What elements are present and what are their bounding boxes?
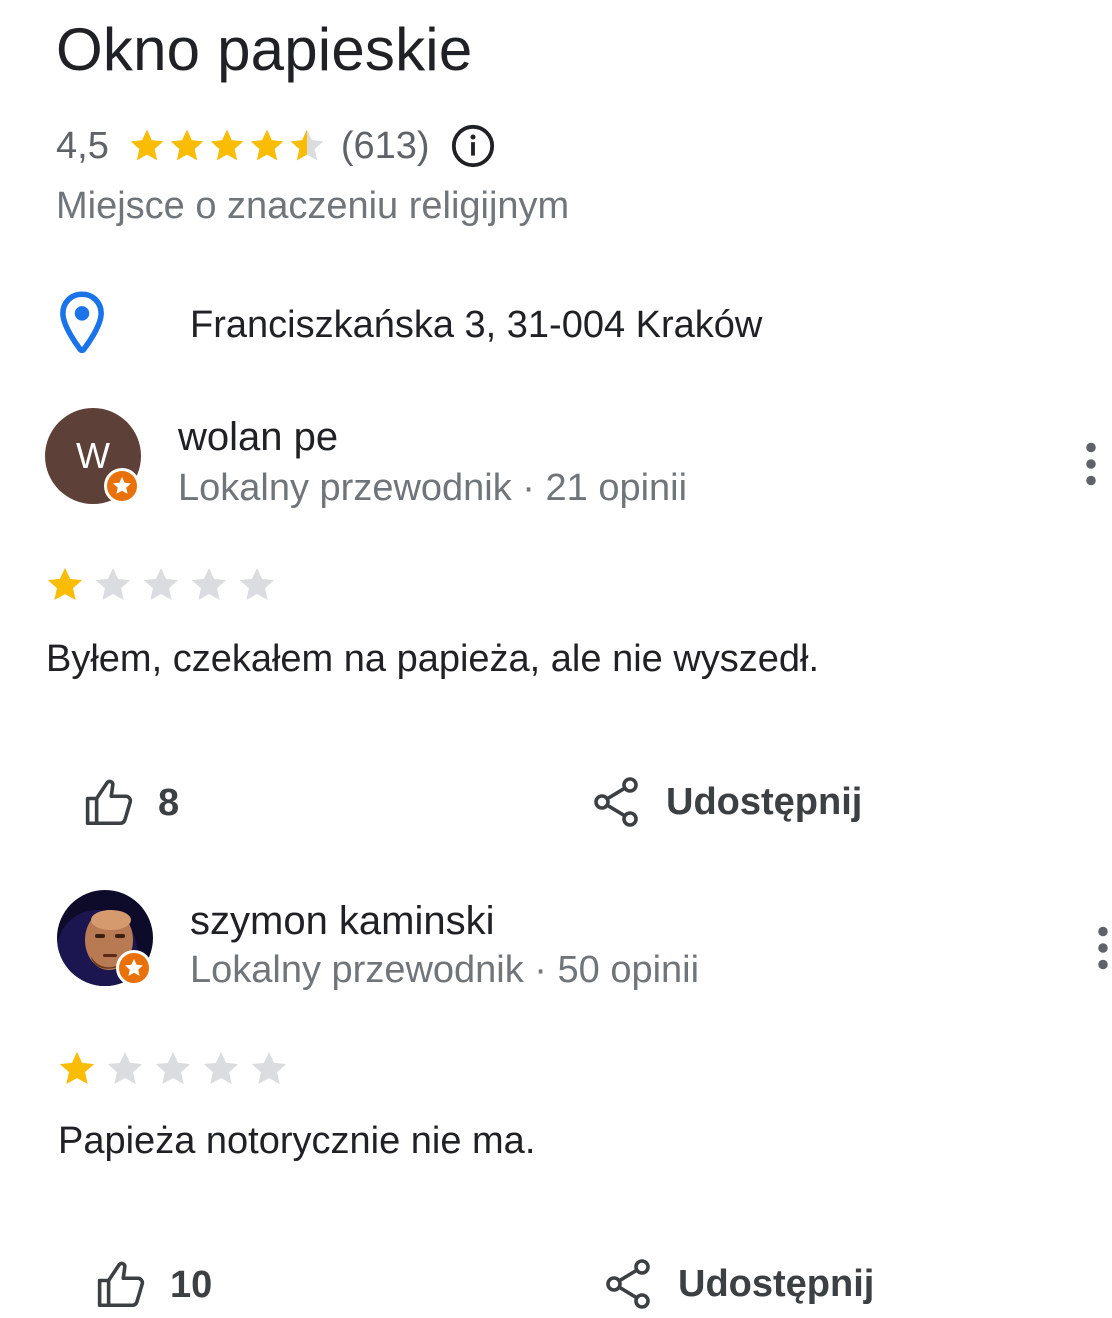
like-count: 10 xyxy=(170,1263,213,1306)
place-address[interactable]: Franciszkańska 3, 31-004 Kraków xyxy=(190,300,762,350)
rating-stars xyxy=(127,126,327,166)
rating-row[interactable]: 4,5 (613) xyxy=(56,118,496,174)
review-text: Papieża notorycznie nie ma. xyxy=(58,1120,536,1162)
star-icon xyxy=(207,126,247,166)
thumb-up-icon xyxy=(97,1261,145,1308)
empty-star-icon xyxy=(236,564,278,606)
review-text: Byłem, czekałem na papieża, ale nie wysz… xyxy=(46,638,820,680)
review-card: W wolan pe Lokalny przewodnik · 21 opini… xyxy=(0,400,1112,840)
share-label: Udostępnij xyxy=(678,1262,875,1305)
place-category[interactable]: Miejsce o znaczeniu religijnym xyxy=(56,182,569,230)
star-icon xyxy=(111,475,133,497)
avatar-letter: W xyxy=(76,435,110,476)
rating-value: 4,5 xyxy=(56,124,109,167)
half-star-icon xyxy=(287,126,327,166)
like-button[interactable]: 10 xyxy=(94,1258,212,1312)
reviewer-name[interactable]: wolan pe xyxy=(178,412,338,462)
reviewer-meta[interactable]: Lokalny przewodnik · 50 opinii xyxy=(190,946,699,994)
share-label: Udostępnij xyxy=(666,780,863,823)
star-icon xyxy=(247,126,287,166)
empty-star-icon xyxy=(104,1048,146,1090)
empty-star-icon xyxy=(188,564,230,606)
local-guide-badge xyxy=(104,468,140,504)
review-count[interactable]: (613) xyxy=(341,125,430,168)
share-button[interactable]: Udostępnij xyxy=(604,1258,874,1310)
star-icon xyxy=(44,564,86,606)
empty-star-icon xyxy=(200,1048,242,1090)
more-vert-icon[interactable] xyxy=(1096,926,1110,970)
review-rating xyxy=(56,1048,296,1090)
review-rating xyxy=(44,564,284,606)
share-button[interactable]: Udostępnij xyxy=(592,776,862,828)
empty-star-icon xyxy=(92,564,134,606)
star-icon xyxy=(167,126,207,166)
share-icon xyxy=(606,1259,650,1309)
share-icon xyxy=(594,777,638,827)
like-count: 8 xyxy=(158,781,180,824)
like-button[interactable]: 8 xyxy=(82,776,179,830)
info-icon[interactable] xyxy=(450,123,496,169)
empty-star-icon xyxy=(140,564,182,606)
reviewer-meta[interactable]: Lokalny przewodnik · 21 opinii xyxy=(178,464,687,512)
thumb-up-icon xyxy=(85,779,133,826)
star-icon xyxy=(56,1048,98,1090)
empty-star-icon xyxy=(152,1048,194,1090)
empty-star-icon xyxy=(248,1048,290,1090)
location-pin-icon xyxy=(60,291,104,354)
place-title: Okno papieskie xyxy=(56,16,473,83)
star-icon xyxy=(127,126,167,166)
more-vert-icon[interactable] xyxy=(1084,442,1098,486)
review-card: szymon kaminski Lokalny przewodnik · 50 … xyxy=(0,884,1112,1318)
local-guide-badge xyxy=(116,950,152,986)
reviewer-name[interactable]: szymon kaminski xyxy=(190,896,495,946)
star-icon xyxy=(123,957,145,979)
